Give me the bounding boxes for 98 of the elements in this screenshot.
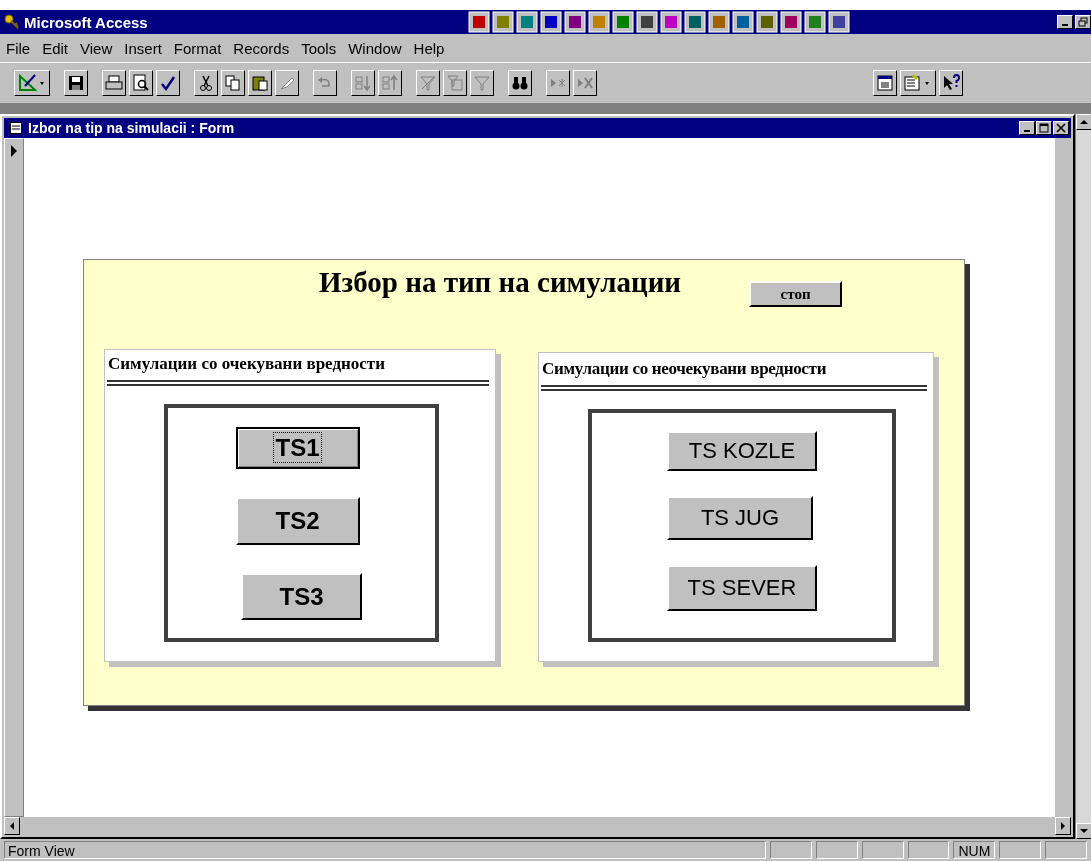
minimize-icon: [1062, 24, 1068, 26]
window-icon: [876, 74, 894, 92]
menu-item[interactable]: Edit: [42, 39, 69, 57]
print-preview-button[interactable]: [129, 70, 153, 96]
simulation-button[interactable]: TS3: [241, 573, 362, 620]
current-record-icon: [10, 145, 18, 157]
menu-item[interactable]: Insert: [124, 39, 162, 57]
check-mark-icon: [159, 74, 177, 92]
minimize-button[interactable]: [1057, 15, 1073, 29]
simulation-button[interactable]: TS SEVER: [667, 565, 817, 611]
paste-button[interactable]: [248, 70, 272, 96]
new-record-button[interactable]: [546, 70, 570, 96]
database-window-button[interactable]: [873, 70, 897, 96]
right-arrow-icon: [1059, 822, 1067, 830]
simulation-button[interactable]: TS KOZLE: [667, 431, 817, 471]
simulation-button[interactable]: TS1: [235, 427, 360, 469]
shortcut-icon[interactable]: [684, 11, 706, 33]
close-icon: [1056, 123, 1066, 133]
form-window-title: Izbor na tip na simulacii : Form: [28, 120, 235, 136]
funnel-form-icon: [446, 74, 464, 92]
shortcut-icon[interactable]: [804, 11, 826, 33]
status-text: Form View: [4, 841, 767, 859]
status-indicator: NUM: [953, 841, 996, 859]
shortcut-icon[interactable]: [828, 11, 850, 33]
status-panel: [815, 841, 858, 859]
filter-selection-button[interactable]: [416, 70, 440, 96]
sort-up-icon: [381, 74, 399, 92]
key-icon: [4, 14, 20, 30]
magnifier-page-icon: [132, 74, 150, 92]
pointer-question-icon: [942, 74, 960, 92]
filter-form-button[interactable]: [443, 70, 467, 96]
shortcut-icon[interactable]: [732, 11, 754, 33]
find-button[interactable]: [508, 70, 532, 96]
status-panel: [1045, 841, 1087, 859]
form-icon: [10, 122, 22, 134]
maximize-button[interactable]: [1036, 121, 1052, 135]
save-button[interactable]: [64, 70, 88, 96]
menu-item[interactable]: Records: [233, 39, 290, 57]
menu-item[interactable]: Help: [413, 39, 445, 57]
status-panel: [861, 841, 904, 859]
copy-icon: [224, 74, 242, 92]
delete-record-button[interactable]: [573, 70, 597, 96]
shortcut-icon[interactable]: [780, 11, 802, 33]
sort-ascending-button[interactable]: [351, 70, 375, 96]
vertical-scrollbar[interactable]: [1075, 114, 1091, 839]
minimize-button[interactable]: [1019, 121, 1035, 135]
binoculars-icon: [511, 74, 529, 92]
menu-item[interactable]: File: [6, 39, 31, 57]
status-panel: [907, 841, 950, 859]
print-button[interactable]: [102, 70, 126, 96]
group-heading: Симулации со очекувани вредности: [107, 353, 386, 374]
funnel-icon: [473, 74, 491, 92]
restore-button[interactable]: [1075, 15, 1091, 29]
new-object-button[interactable]: [900, 70, 936, 96]
copy-button[interactable]: [221, 70, 245, 96]
up-arrow-icon: [1080, 118, 1088, 126]
simulation-button[interactable]: TS JUG: [667, 496, 813, 540]
format-painter-button[interactable]: [275, 70, 299, 96]
stop-button[interactable]: стоп: [749, 281, 843, 307]
spelling-button[interactable]: [156, 70, 180, 96]
design-view-button[interactable]: [14, 70, 50, 96]
maximize-icon: [1039, 123, 1049, 133]
minimize-icon: [1024, 130, 1030, 132]
crossed-funnel-icon: [419, 74, 437, 92]
menu-item[interactable]: View: [80, 39, 113, 57]
group-heading: Симулации со неочекувани вредности: [541, 358, 828, 379]
cut-button[interactable]: [194, 70, 218, 96]
menu-item[interactable]: Window: [348, 39, 402, 57]
shortcut-icon[interactable]: [636, 11, 658, 33]
printer-icon: [105, 74, 123, 92]
scissors-icon: [197, 74, 215, 92]
shortcut-icon[interactable]: [756, 11, 778, 33]
ruler-pencil-icon: [17, 72, 47, 94]
left-arrow-icon: [8, 822, 16, 830]
restore-icon: [1078, 17, 1088, 27]
menu-item[interactable]: Tools: [301, 39, 337, 57]
app-title: Microsoft Access: [24, 13, 149, 31]
record-selector[interactable]: [4, 138, 24, 817]
simulation-button[interactable]: TS2: [235, 497, 360, 545]
shortcut-icon[interactable]: [612, 11, 634, 33]
close-button[interactable]: [1053, 121, 1069, 135]
form-title: Избор на тип на симулации: [319, 266, 682, 299]
undo-button[interactable]: [313, 70, 337, 96]
down-arrow-icon: [1080, 827, 1088, 835]
shortcut-icon[interactable]: [540, 11, 562, 33]
status-panel: [999, 841, 1042, 859]
menu-item[interactable]: Format: [173, 39, 222, 57]
sort-down-icon: [354, 74, 372, 92]
shortcut-icon[interactable]: [708, 11, 730, 33]
horizontal-scrollbar[interactable]: [4, 817, 1071, 835]
apply-filter-button[interactable]: [470, 70, 494, 96]
shortcut-icon[interactable]: [468, 11, 490, 33]
shortcut-icon[interactable]: [564, 11, 586, 33]
shortcut-icon[interactable]: [660, 11, 682, 33]
status-panel: [770, 841, 812, 859]
clipboard-icon: [251, 74, 269, 92]
sort-descending-button[interactable]: [378, 70, 402, 96]
help-button[interactable]: [939, 70, 963, 96]
